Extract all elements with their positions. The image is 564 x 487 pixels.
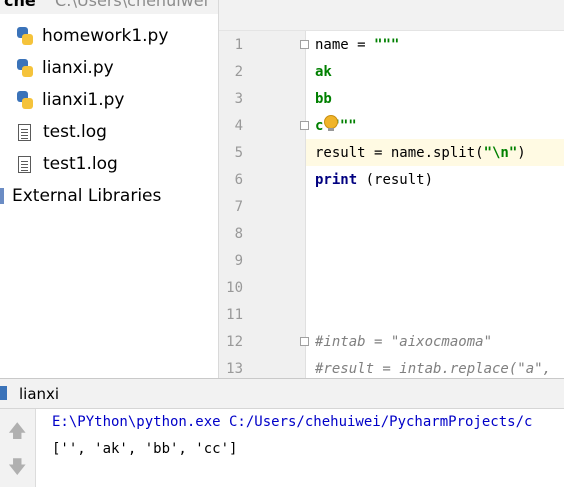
line-number: 1 [234,37,243,53]
line-number: 8 [234,226,243,242]
fold-marker-icon[interactable] [300,40,309,49]
editor-tab-strip [219,0,564,31]
text-file-icon [18,123,31,141]
tree-item-test1-log[interactable]: test1.log [18,151,118,177]
line-number: 3 [234,91,243,107]
file-label: homework1.py [42,26,169,46]
line-number: 4 [234,118,243,134]
project-root-name: che [4,0,36,10]
line-number: 13 [226,361,243,377]
tree-item-lianxi1[interactable]: lianxi1.py [17,87,125,113]
tree-item-lianxi[interactable]: lianxi.py [17,55,114,81]
line-number: 9 [234,253,243,269]
tree-item-homework1[interactable]: homework1.py [17,23,168,49]
line-number: 5 [234,145,243,161]
file-label: lianxi.py [42,58,114,78]
code-line-3: bb [315,91,332,107]
code-line-6: print (result) [315,172,434,188]
code-line-5: result = name.split("\n") [315,145,526,161]
project-root-path: C:\Users\chehuiwei [55,0,209,10]
run-toolbar: 🡅 🡇 [0,409,36,487]
line-number: 2 [234,64,243,80]
line-number: 10 [226,280,243,296]
console-command-line: E:\PYthon\python.exe C:/Users/chehuiwei/… [52,414,533,430]
python-run-icon [0,386,7,400]
fold-marker-icon[interactable] [300,121,309,130]
line-number: 7 [234,199,243,215]
python-file-icon [17,59,33,77]
file-label: test1.log [43,154,118,174]
line-number: 11 [226,307,243,323]
run-config-title[interactable]: lianxi [19,385,59,403]
code-line-13: #result = intab.replace("a", [315,361,552,377]
run-panel-header: lianxi [0,378,564,409]
tree-item-test-log[interactable]: test.log [18,119,107,145]
file-label: test.log [43,122,107,142]
library-icon [0,188,4,204]
console-output-line: ['', 'ak', 'bb', 'cc'] [52,441,238,457]
code-line-12: #intab = "aixocmaoma" [315,334,493,350]
code-editor[interactable]: 1 2 3 4 5 6 7 8 9 10 11 12 13 name = """… [219,0,564,378]
python-file-icon [17,91,33,109]
arrow-down-icon[interactable]: 🡇 [8,455,27,485]
arrow-up-icon[interactable]: 🡅 [8,419,27,449]
line-number: 6 [234,172,243,188]
tree-item-external-libraries[interactable]: External Libraries [0,183,161,209]
file-label: lianxi1.py [42,90,125,110]
project-root-row[interactable]: che C:\Users\chehuiwei [0,0,218,14]
line-number: 12 [226,334,243,350]
code-line-2: ak [315,64,332,80]
intention-bulb-icon[interactable] [324,115,338,131]
text-file-icon [18,155,31,173]
project-panel: che C:\Users\chehuiwei homework1.py lian… [0,0,219,378]
python-file-icon [17,27,33,45]
code-line-1: name = """ [315,37,400,53]
fold-marker-icon[interactable] [300,337,309,346]
external-libraries-label: External Libraries [12,186,162,206]
